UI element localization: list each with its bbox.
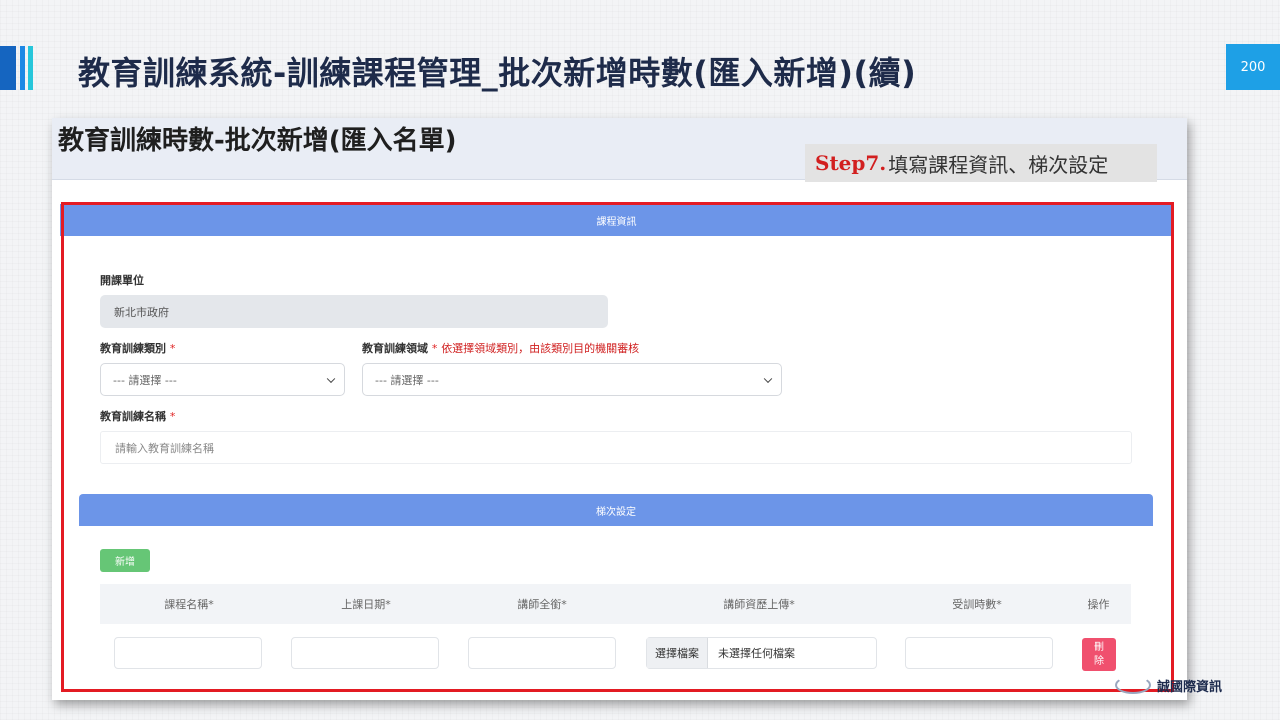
add-session-button-label: 新增	[115, 557, 135, 568]
session-settings-header-label: 梯次設定	[596, 506, 636, 518]
file-status-text: 未選擇任何檔案	[718, 647, 795, 660]
step-text: 填寫課程資訊、梯次設定	[888, 152, 1109, 177]
domain-label-text: 教育訓練領域	[362, 342, 428, 355]
delete-session-button[interactable]: 刪除	[1082, 638, 1116, 671]
lecturer-resume-file-input[interactable]: 選擇檔案 未選擇任何檔案	[646, 637, 877, 669]
chevron-down-icon	[326, 374, 336, 383]
class-date-cell-input[interactable]	[291, 637, 439, 669]
add-session-button[interactable]: 新增	[100, 549, 150, 572]
delete-label-line1: 刪	[1094, 641, 1104, 653]
app-screenshot: 教育訓練時數-批次新增(匯入名單) 課程資訊 開課單位 新北市政府 教育訓練類別…	[52, 118, 1187, 700]
col-actions: 操作	[1087, 598, 1110, 611]
company-logo: 誠國際資訊	[1115, 670, 1222, 700]
lecturer-title-cell-input[interactable]	[468, 637, 616, 669]
category-select-value: --- 請選擇 ---	[113, 373, 177, 387]
title-accent-bars	[0, 46, 40, 90]
page-title: 教育訓練時數-批次新增(匯入名單)	[58, 126, 457, 156]
course-info-header-label: 課程資訊	[596, 216, 637, 228]
course-name-cell-input[interactable]	[114, 637, 262, 669]
col-lecturer-title: 講師全銜*	[517, 598, 567, 611]
domain-select[interactable]: --- 請選擇 ---	[362, 363, 782, 396]
page-number-badge: 200	[1226, 44, 1280, 90]
choose-file-button[interactable]: 選擇檔案	[647, 638, 708, 668]
session-settings-header: 梯次設定	[79, 494, 1153, 526]
course-name-placeholder: 請輸入教育訓練名稱	[115, 441, 214, 455]
logo-swirl-icon	[1115, 676, 1151, 694]
col-course-name: 課程名稱*	[164, 598, 214, 611]
logo-text: 誠國際資訊	[1157, 679, 1223, 695]
session-table-header: 課程名稱* 上課日期* 講師全銜* 講師資歷上傳* 受訓時數* 操作	[100, 584, 1131, 624]
course-info-header: 課程資訊	[60, 204, 1173, 236]
chevron-down-icon	[763, 374, 773, 383]
unit-value: 新北市政府	[114, 305, 169, 319]
step-number: Step7.	[815, 151, 887, 175]
domain-label: 教育訓練領域 * 依選擇領域類別，由該類別目的機關審核	[362, 340, 639, 356]
slide-title: 教育訓練系統-訓練課程管理_批次新增時數(匯入新增)(續)	[78, 54, 917, 92]
domain-required-mark: *	[431, 342, 438, 355]
category-label: 教育訓練類別 *	[100, 340, 175, 356]
col-training-hours: 受訓時數*	[952, 598, 1002, 611]
unit-field: 新北市政府	[100, 295, 608, 328]
category-required-mark: *	[169, 342, 176, 355]
category-select[interactable]: --- 請選擇 ---	[100, 363, 345, 396]
domain-select-value: --- 請選擇 ---	[375, 373, 439, 387]
unit-label: 開課單位	[100, 274, 144, 287]
domain-note: 依選擇領域類別，由該類別目的機關審核	[441, 342, 640, 355]
delete-label-line2: 除	[1094, 655, 1104, 667]
course-name-label: 教育訓練名稱 *	[100, 408, 175, 424]
step-callout: Step7. 填寫課程資訊、梯次設定	[805, 144, 1157, 182]
course-name-label-text: 教育訓練名稱	[100, 410, 166, 423]
col-class-date: 上課日期*	[341, 598, 391, 611]
category-label-text: 教育訓練類別	[100, 342, 166, 355]
course-name-input[interactable]: 請輸入教育訓練名稱	[100, 431, 1132, 464]
training-hours-cell-input[interactable]	[905, 637, 1053, 669]
col-lecturer-resume: 講師資歷上傳*	[723, 598, 795, 611]
course-name-required-mark: *	[169, 410, 176, 423]
